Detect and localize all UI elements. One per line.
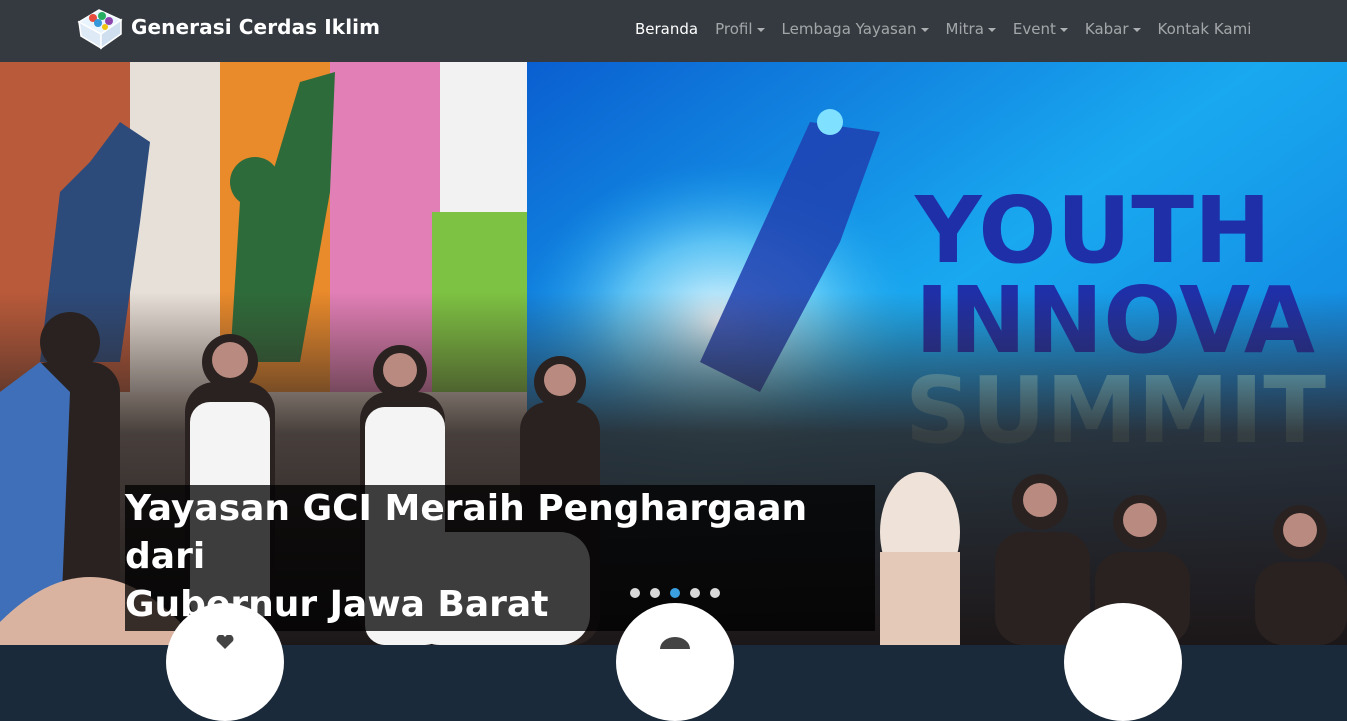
nav-label: Beranda: [635, 20, 699, 38]
feature-circle: [616, 603, 734, 721]
nav-label: Lembaga Yayasan: [781, 20, 917, 38]
caret-down-icon: [920, 28, 929, 32]
heart-icon: [216, 635, 234, 649]
nav-item-profil[interactable]: Profil: [715, 20, 765, 38]
feature-circle: [1064, 603, 1182, 721]
nav-item-beranda[interactable]: Beranda: [635, 20, 698, 38]
nav-item-mitra[interactable]: Mitra: [946, 20, 996, 38]
carousel-indicator-active[interactable]: [670, 588, 680, 598]
nav-label: Kabar: [1084, 20, 1129, 38]
nav-item-lembaga-yayasan[interactable]: Lembaga Yayasan: [782, 20, 929, 38]
feature-circle: [166, 603, 284, 721]
nav-label: Mitra: [945, 20, 984, 38]
navbar: Generasi Cerdas Iklim Beranda Profil Lem…: [0, 0, 1347, 62]
gci-logo-icon: [77, 9, 123, 50]
nav-item-event[interactable]: Event: [1013, 20, 1068, 38]
caret-down-icon: [1059, 28, 1068, 32]
carousel-indicator[interactable]: [710, 588, 720, 598]
carousel-indicator[interactable]: [630, 588, 640, 598]
nav-label: Event: [1012, 20, 1056, 38]
carousel-indicator[interactable]: [650, 588, 660, 598]
nav-item-kabar[interactable]: Kabar: [1085, 20, 1141, 38]
carousel-indicators: [630, 588, 730, 598]
caret-down-icon: [987, 28, 996, 32]
nav-item-kontak-kami[interactable]: Kontak Kami: [1158, 20, 1252, 38]
person-icon: [660, 637, 690, 649]
nav-label: Profil: [715, 20, 753, 38]
caret-down-icon: [756, 28, 765, 32]
hero-carousel[interactable]: YOUTH INNOVA SUMMIT Yayasan GCI Meraih P…: [0, 62, 1347, 645]
brand-name: Generasi Cerdas Iklim: [131, 15, 381, 39]
nav-label: Kontak Kami: [1157, 20, 1252, 38]
main-nav: Beranda Profil Lembaga Yayasan Mitra Eve…: [635, 20, 1251, 38]
caption-line-1: Yayasan GCI Meraih Penghargaan dari: [125, 488, 808, 577]
caret-down-icon: [1132, 28, 1141, 32]
carousel-indicator[interactable]: [690, 588, 700, 598]
brand[interactable]: Generasi Cerdas Iklim: [75, 4, 380, 50]
